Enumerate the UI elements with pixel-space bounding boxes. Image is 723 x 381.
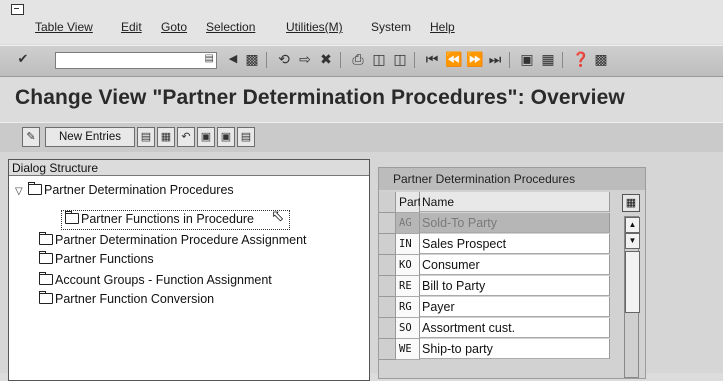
cell-code[interactable]: AG xyxy=(396,213,420,234)
scroll-up-icon[interactable]: ▲ xyxy=(625,217,640,233)
cell-name[interactable]: Consumer xyxy=(420,255,610,275)
copy-as-icon[interactable]: ▤ xyxy=(137,127,155,147)
folder-icon xyxy=(39,251,53,264)
back-icon[interactable]: ⟲ xyxy=(276,51,292,67)
content-area: Dialog Structure ▽ Partner Determination … xyxy=(0,152,723,381)
tree-selection-box xyxy=(61,210,290,230)
row-selector[interactable] xyxy=(379,213,396,234)
dialog-structure-header: Dialog Structure xyxy=(9,160,369,176)
scroll-down-icon[interactable]: ▼ xyxy=(625,233,640,249)
row-selector[interactable] xyxy=(379,255,396,276)
menu-table-view[interactable]: Table View xyxy=(35,20,93,34)
toolbar-separator xyxy=(414,52,415,68)
undo-change-icon[interactable]: ↶ xyxy=(177,127,195,147)
select-block-icon[interactable]: ▣ xyxy=(217,127,235,147)
cancel-icon[interactable]: ✖ xyxy=(318,51,334,67)
cell-name[interactable]: Assortment cust. xyxy=(420,318,610,338)
cell-name[interactable]: Sales Prospect xyxy=(420,234,610,254)
row-selector[interactable] xyxy=(379,318,396,339)
table-title: Partner Determination Procedures xyxy=(379,168,645,190)
cell-name[interactable]: Payer xyxy=(420,297,610,317)
table-panel: Partner Determination Procedures Part...… xyxy=(378,167,646,379)
cell-name[interactable]: Sold-To Party xyxy=(420,213,610,233)
command-field[interactable]: ▤ xyxy=(55,52,217,69)
cell-code[interactable]: IN xyxy=(396,234,420,255)
cell-code[interactable]: SO xyxy=(396,318,420,339)
save-icon[interactable]: ▩ xyxy=(244,51,260,67)
command-history-icon[interactable]: ▤ xyxy=(205,53,214,64)
first-page-icon[interactable]: ⏮ xyxy=(424,51,440,67)
row-selector[interactable] xyxy=(379,234,396,255)
cell-name[interactable]: Bill to Party xyxy=(420,276,610,296)
page-title: Change View "Partner Determination Proce… xyxy=(15,86,625,109)
menu-system[interactable]: System xyxy=(371,20,411,34)
previous-page-icon[interactable]: ⏪ xyxy=(445,51,462,67)
last-page-icon[interactable]: ⏭ xyxy=(487,51,503,67)
mouse-cursor-icon: ⬁ xyxy=(271,208,285,225)
row-selector[interactable] xyxy=(379,297,396,318)
toolbar-separator xyxy=(509,52,510,68)
folder-icon xyxy=(39,272,53,285)
exit-icon[interactable]: ⇨ xyxy=(297,51,313,67)
menu-edit[interactable]: Edit xyxy=(121,20,142,34)
row-selector[interactable] xyxy=(379,339,396,360)
toolbar-separator xyxy=(266,52,267,68)
toolbar-separator xyxy=(562,52,563,68)
delete-icon[interactable]: ▦ xyxy=(157,127,175,147)
tree-item-partner-functions[interactable]: Partner Functions xyxy=(39,251,154,266)
folder-icon xyxy=(39,232,53,245)
folder-open-icon xyxy=(28,182,42,195)
collapse-icon[interactable]: ◀ xyxy=(225,51,241,67)
tree-item-partner-determination-procedure-assignment[interactable]: Partner Determination Procedure Assignme… xyxy=(39,232,307,247)
column-header-code[interactable]: Part... xyxy=(396,192,431,213)
dialog-structure-panel: Dialog Structure ▽ Partner Determination … xyxy=(8,159,370,381)
column-settings-icon[interactable]: ▦ xyxy=(622,194,640,212)
expand-icon[interactable]: ▽ xyxy=(15,186,25,197)
new-entries-button[interactable]: New Entries xyxy=(45,127,135,147)
cell-code[interactable]: RG xyxy=(396,297,420,318)
next-page-icon[interactable]: ⏩ xyxy=(466,51,483,67)
scrollbar-thumb[interactable] xyxy=(625,251,640,313)
menu-goto[interactable]: Goto xyxy=(161,20,187,34)
display-change-icon[interactable]: ✎ xyxy=(22,127,40,147)
cell-code[interactable]: RE xyxy=(396,276,420,297)
menu-selection[interactable]: Selection xyxy=(206,20,255,34)
find-icon[interactable]: ◫ xyxy=(371,51,387,67)
system-menu-icon[interactable] xyxy=(11,4,24,15)
print-icon[interactable]: ⎙ xyxy=(350,51,366,67)
application-toolbar: ✎ New Entries ▤ ▦ ↶ ▣ ▣ ▤ xyxy=(0,122,723,154)
cell-code[interactable]: KO xyxy=(396,255,420,276)
cell-code[interactable]: WE xyxy=(396,339,420,360)
deselect-all-icon[interactable]: ▤ xyxy=(237,127,255,147)
tree-item-partner-function-conversion[interactable]: Partner Function Conversion xyxy=(39,291,214,306)
shortcut-icon[interactable]: ▦ xyxy=(540,51,556,67)
folder-icon xyxy=(39,291,53,304)
tree-item-account-groups-function-assignment[interactable]: Account Groups - Function Assignment xyxy=(39,272,272,287)
row-selector[interactable] xyxy=(379,276,396,297)
row-selector-header[interactable] xyxy=(379,192,396,213)
menu-help[interactable]: Help xyxy=(430,20,455,34)
help-icon[interactable]: ❓ xyxy=(572,51,589,67)
menu-utilities[interactable]: Utilities(M) xyxy=(286,20,343,34)
select-all-icon[interactable]: ▣ xyxy=(197,127,215,147)
find-next-icon[interactable]: ◫ xyxy=(392,51,408,67)
cell-name[interactable]: Ship-to party xyxy=(420,339,610,359)
vertical-scrollbar[interactable]: ▲ ▼ xyxy=(624,216,640,378)
tree-item-partner-determination-procedures[interactable]: ▽ Partner Determination Procedures xyxy=(15,182,234,197)
menu-bar: Table View Edit Goto Selection Utilities… xyxy=(0,0,723,44)
layout-icon[interactable]: ▩ xyxy=(593,51,609,67)
standard-toolbar: ✔ ▤ ◀ ▩ ⟲ ⇨ ✖ ⎙ ◫ ◫ ⏮ ⏪ ⏩ ⏭ ▣ ▦ ❓ ▩ xyxy=(0,45,723,77)
create-session-icon[interactable]: ▣ xyxy=(519,51,535,67)
column-header-name[interactable]: Name xyxy=(420,192,610,212)
toolbar-separator xyxy=(340,52,341,68)
check-icon[interactable]: ✔ xyxy=(15,51,31,67)
